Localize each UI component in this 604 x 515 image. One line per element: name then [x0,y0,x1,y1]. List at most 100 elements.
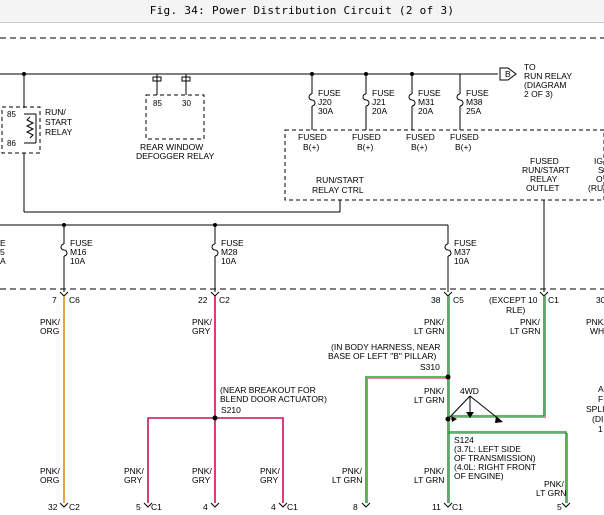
svg-text:(DI: (DI [592,414,603,424]
wire-pnk-gry-left [147,417,215,503]
svg-text:GRY: GRY [260,475,279,485]
svg-text:7: 7 [52,295,57,305]
fuse-j21: FUSE J21 20A [362,74,395,130]
connector-30: 30 [596,295,604,305]
svg-text:38: 38 [431,295,441,305]
connector-bottom-32: 32 C2 [48,502,80,512]
svg-text:C1: C1 [452,502,463,512]
svg-text:B(+): B(+) [303,142,319,152]
fuse-m16: FUSE M16 10A [60,225,93,292]
fuse-m38: FUSE M38 25A [456,74,489,130]
svg-text:85: 85 [153,99,162,108]
svg-text:C6: C6 [69,295,80,305]
svg-text:C1: C1 [287,502,298,512]
circuit-diagram: B TO RUN RELAY (DIAGRAM 2 OF 3) 85 86 RU… [0,37,604,512]
svg-text:86: 86 [7,139,16,148]
svg-text:4: 4 [203,502,208,512]
svg-text:1: 1 [598,424,603,434]
rear-defogger-relay: 85 30 REAR WINDOW DEFOGGER RELAY [136,74,215,161]
svg-text:C2: C2 [69,502,80,512]
svg-text:4WD: 4WD [460,386,479,396]
svg-text:GRY: GRY [192,475,211,485]
svg-text:OUTLET: OUTLET [526,183,560,193]
except-note: (EXCEPT 10 [489,295,538,305]
partial-label-right-mid: A [598,384,604,394]
splice-s210 [212,415,218,421]
run-start-relay-ctrl-label: RUN/START [316,175,364,185]
svg-text:OF ENGINE): OF ENGINE) [454,471,504,481]
svg-text:8: 8 [353,502,358,512]
svg-text:10A: 10A [70,256,85,266]
connector-c6: 7 C6 [52,291,80,305]
connector-bottom-5b: 5 [557,502,571,512]
svg-text:32: 32 [48,502,58,512]
svg-text:C1: C1 [548,295,559,305]
connector-bottom-4a: 4 [203,502,220,512]
svg-text:BASE OF LEFT "B" PILLAR): BASE OF LEFT "B" PILLAR) [328,351,437,361]
s210-id: S210 [221,405,241,415]
run-start-relay: 85 86 RUN/ START RELAY [1,74,73,212]
svg-text:DEFOGGER RELAY: DEFOGGER RELAY [136,151,215,161]
fused-output-1: FUSED [298,132,327,142]
svg-text:10A: 10A [221,256,236,266]
svg-text:RLE): RLE) [506,305,526,315]
svg-text:LT GRN: LT GRN [332,475,362,485]
svg-text:SPLI: SPLI [586,404,604,414]
svg-text:GRY: GRY [124,475,143,485]
svg-text:20A: 20A [372,106,387,116]
connector-bottom-5: 5 C1 [136,502,162,512]
svg-text:(RUN: (RUN [588,183,604,193]
fused-output-2: FUSED [352,132,381,142]
fused-output-3: FUSED [406,132,435,142]
svg-text:BLEND DOOR ACTUATOR): BLEND DOOR ACTUATOR) [220,394,327,404]
svg-text:RELAY CTRL: RELAY CTRL [312,185,364,195]
fused-output-4: FUSED [450,132,479,142]
fuse-m31: FUSE M31 20A [408,74,441,130]
svg-text:GRY: GRY [192,326,211,336]
svg-text:ORG: ORG [40,326,59,336]
svg-text:LT GRN: LT GRN [536,488,566,498]
svg-text:20A: 20A [418,106,433,116]
svg-text:LT GRN: LT GRN [414,395,444,405]
fuse-j20: FUSE J20 30A [308,74,341,130]
svg-text:C5: C5 [453,295,464,305]
svg-text:B(+): B(+) [455,142,471,152]
wire-pnk-ltgrn-outlet [452,296,545,417]
svg-text:LT GRN: LT GRN [414,475,444,485]
svg-text:B(+): B(+) [357,142,373,152]
svg-text:4: 4 [271,502,276,512]
connector-c1-top: C1 [539,291,559,305]
svg-text:2 OF 3): 2 OF 3) [524,89,553,99]
svg-text:5: 5 [136,502,141,512]
svg-text:85: 85 [7,110,16,119]
svg-text:LT GRN: LT GRN [510,326,540,336]
svg-text:LT GRN: LT GRN [414,326,444,336]
splice-s310 [445,374,451,380]
connector-c2-top: 22 C2 [198,291,230,305]
svg-text:C1: C1 [151,502,162,512]
fuse-m28: FUSE M28 10A [211,225,244,292]
connector-bottom-11: 11 C1 [432,502,463,512]
offpage-letter: B [505,69,511,79]
svg-text:WH: WH [590,326,604,336]
wire-pnk-gry-right [215,417,284,503]
svg-text:START: START [45,117,72,127]
svg-text:30: 30 [182,99,191,108]
svg-text:25A: 25A [466,106,481,116]
svg-text:B(+): B(+) [411,142,427,152]
svg-text:RELAY: RELAY [45,127,73,137]
svg-text:10A: 10A [454,256,469,266]
offpage-connector-b: B TO RUN RELAY (DIAGRAM 2 OF 3) [499,62,572,99]
s310-id: S310 [420,362,440,372]
connector-bottom-4b: 4 C1 [271,502,298,512]
svg-text:ORG: ORG [40,475,59,485]
svg-text:5: 5 [557,502,562,512]
fuse-m37: FUSE M37 10A [444,225,477,292]
svg-text:30A: 30A [318,106,333,116]
svg-text:RUN/: RUN/ [45,107,66,117]
connector-bottom-8: 8 [353,502,371,512]
svg-text:A: A [0,256,6,266]
svg-text:11: 11 [432,502,441,512]
svg-text:F: F [598,394,603,404]
svg-text:22: 22 [198,295,208,305]
